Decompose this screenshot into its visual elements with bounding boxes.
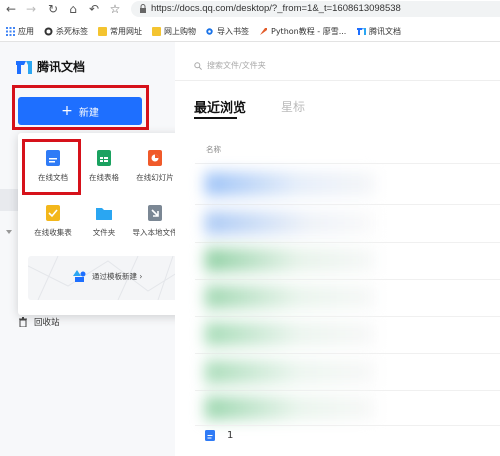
sidebar-selected-item[interactable] [0, 189, 18, 211]
menu-item-online-slides[interactable]: 在线幻灯片 [128, 150, 182, 194]
folder-icon [96, 208, 112, 220]
folder-icon [152, 27, 161, 36]
menu-item-label: 文件夹 [92, 228, 116, 237]
table-row[interactable] [205, 248, 375, 272]
bookmark-apps[interactable]: 应用 [6, 25, 34, 38]
bookmark-tencent-docs[interactable]: 腾讯文档 [357, 25, 401, 38]
home-icon[interactable]: ⌂ [66, 2, 80, 16]
address-url: https://docs.qq.com/desktop/?_from=1&_t=… [151, 3, 401, 14]
tab-recent[interactable]: 最近浏览 [194, 97, 246, 116]
table-row[interactable] [205, 285, 375, 309]
bookmark-import[interactable]: 导入书签 [205, 25, 249, 38]
row-divider [195, 316, 500, 317]
reload-icon[interactable]: ↻ [46, 2, 60, 16]
gear-icon [206, 28, 213, 35]
search-icon [194, 61, 202, 70]
template-label: 通过模板新建 › [92, 271, 143, 281]
tab-starred[interactable]: 星标 [281, 98, 305, 115]
tab-active-underline [194, 117, 237, 119]
tencent-docs-icon [357, 28, 366, 35]
table-row[interactable] [205, 360, 375, 384]
back-icon[interactable]: ← [4, 2, 18, 16]
doc-icon [205, 430, 215, 441]
bookmark-label: 应用 [18, 27, 34, 36]
import-icon [148, 205, 162, 221]
menu-item-label: 导入本地文件 [132, 228, 178, 237]
file-name: 1 [227, 430, 234, 441]
row-divider [195, 390, 500, 391]
tencent-docs-logo-icon [16, 60, 32, 74]
template-content: 通过模板新建 › [73, 270, 142, 282]
rocket-icon [260, 28, 267, 35]
table-row[interactable] [205, 396, 375, 420]
menu-item-import-local[interactable]: 导入本地文件 [128, 205, 182, 249]
bookmark-common-sites[interactable]: 常用网址 [98, 25, 142, 38]
kill-tabs-icon [44, 27, 53, 36]
row-divider [195, 279, 500, 280]
table-row[interactable]: 1 [205, 430, 233, 441]
app-logo[interactable]: 腾讯文档 [16, 58, 85, 75]
create-from-template[interactable]: 通过模板新建 › [28, 256, 180, 300]
folder-icon [98, 27, 107, 36]
sidebar-item-recycle-bin[interactable]: 回收站 [18, 316, 60, 328]
row-divider [195, 163, 500, 164]
trash-icon [19, 317, 27, 327]
forward-icon[interactable]: → [24, 2, 38, 16]
lock-icon [140, 4, 146, 13]
sheet-icon [97, 150, 111, 166]
bookmark-label: 腾讯文档 [369, 27, 401, 36]
menu-item-label: 在线收集表 [34, 228, 72, 237]
recycle-bin-label: 回收站 [34, 318, 60, 328]
browser-nav-row: ← → ↻ ⌂ ↶ ☆ https://docs.qq.com/desktop/… [0, 0, 500, 20]
column-header-name[interactable]: 名称 [206, 144, 221, 155]
bookmark-label: 网上购物 [164, 27, 196, 36]
table-row[interactable] [205, 172, 375, 196]
row-divider [195, 425, 500, 426]
bookmark-label: 常用网址 [110, 27, 142, 36]
address-bar[interactable]: https://docs.qq.com/desktop/?_from=1&_t=… [131, 1, 500, 17]
slides-icon [148, 150, 162, 166]
menu-item-online-form[interactable]: 在线收集表 [26, 205, 80, 249]
row-divider [195, 242, 500, 243]
search-placeholder: 搜索文件/文件夹 [207, 61, 266, 70]
bookmark-label: 导入书签 [217, 27, 249, 36]
highlight-box-new-button [12, 85, 149, 130]
search-box[interactable]: 搜索文件/文件夹 [194, 60, 266, 71]
star-icon[interactable]: ☆ [108, 2, 122, 16]
table-row[interactable] [205, 322, 375, 346]
undo-icon[interactable]: ↶ [87, 2, 101, 16]
logo-text: 腾讯文档 [37, 60, 86, 74]
row-divider [195, 353, 500, 354]
header-divider [175, 80, 500, 81]
bookmark-shopping[interactable]: 网上购物 [152, 25, 196, 38]
bookmark-label: 杀死标签 [56, 27, 88, 36]
row-divider [195, 204, 500, 205]
menu-item-folder[interactable]: 文件夹 [77, 205, 131, 249]
menu-item-label: 在线表格 [89, 173, 119, 182]
expand-caret-icon[interactable] [6, 230, 12, 234]
bookmark-label: Python教程 - 廖雪... [271, 27, 347, 36]
template-shapes-icon [73, 270, 86, 282]
bookmarks-bar: 应用 杀死标签 常用网址 网上购物 导入书签 Python教程 - 廖雪... … [0, 22, 500, 40]
browser-chrome: ← → ↻ ⌂ ↶ ☆ https://docs.qq.com/desktop/… [0, 0, 500, 42]
bookmark-kill-tabs[interactable]: 杀死标签 [44, 25, 88, 38]
table-row[interactable] [205, 211, 375, 235]
highlight-box-online-doc [22, 139, 81, 195]
menu-item-label: 在线幻灯片 [136, 173, 174, 182]
menu-item-online-sheet[interactable]: 在线表格 [77, 150, 131, 194]
form-icon [46, 205, 60, 221]
bookmark-python[interactable]: Python教程 - 廖雪... [259, 25, 346, 38]
apps-grid-icon [6, 27, 15, 36]
